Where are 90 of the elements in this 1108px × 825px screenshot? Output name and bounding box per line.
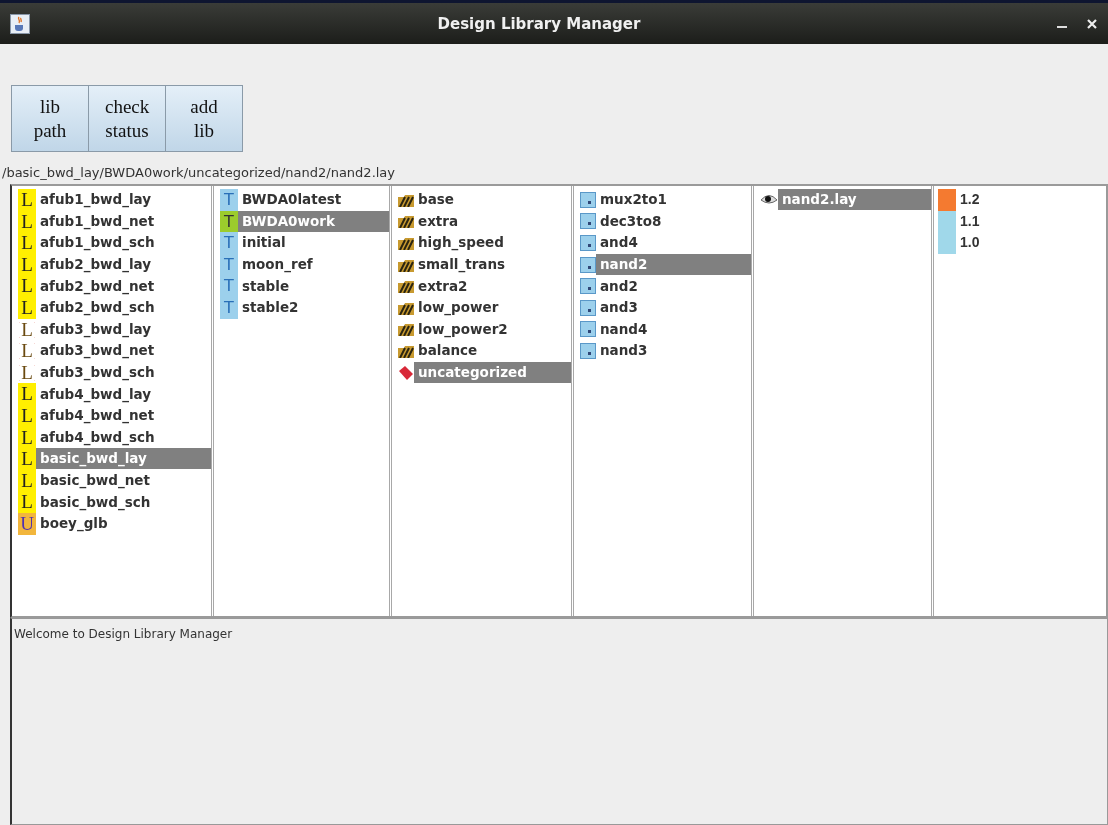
- cell-item[interactable]: and2: [596, 275, 642, 297]
- tag-badge: T: [220, 232, 238, 254]
- close-icon[interactable]: [1086, 17, 1098, 30]
- toolbar-button[interactable]: check status: [88, 85, 166, 152]
- category-item[interactable]: extra2: [414, 275, 472, 297]
- library-item[interactable]: basic_bwd_net: [36, 470, 154, 491]
- library-item[interactable]: afub1_bwd_net: [36, 210, 159, 232]
- broken-library-badge: L: [18, 318, 36, 341]
- java-cup-icon: [10, 13, 30, 34]
- broken-library-badge: L: [18, 361, 36, 384]
- library-item[interactable]: afub1_bwd_sch: [36, 232, 159, 254]
- category-item[interactable]: uncategorized: [414, 362, 571, 384]
- library-item[interactable]: afub3_bwd_lay: [36, 318, 156, 340]
- toolbar-button[interactable]: lib path: [11, 85, 89, 152]
- path-field: /basic_bwd_lay/BWDA0work/uncategorized/nand2/nand2.lay: [0, 162, 1108, 184]
- library-item[interactable]: basic_bwd_lay: [36, 448, 211, 470]
- striped-folder-icon: [398, 192, 414, 207]
- cell-icon: [580, 299, 596, 316]
- cell-item[interactable]: dec3to8: [596, 210, 666, 232]
- striped-folder-icon: [398, 279, 414, 294]
- tag-item[interactable]: moon_ref: [238, 254, 317, 276]
- striped-folder-icon: [398, 236, 414, 250]
- tag-badge: T: [220, 275, 238, 297]
- cell-icon: [580, 256, 596, 273]
- library-badge: U: [18, 512, 36, 535]
- cell-item[interactable]: nand2: [596, 254, 751, 276]
- striped-folder-icon: [398, 257, 414, 272]
- library-badge: L: [18, 448, 36, 470]
- toolbar-button[interactable]: add lib: [165, 85, 243, 152]
- category-item[interactable]: low_power: [414, 297, 503, 319]
- cell-icon: [580, 213, 596, 230]
- library-item[interactable]: afub2_bwd_net: [36, 275, 159, 297]
- library-item[interactable]: afub3_bwd_sch: [36, 362, 159, 384]
- cell-icon: [580, 235, 596, 251]
- library-item[interactable]: afub3_bwd_net: [36, 340, 159, 362]
- library-item[interactable]: boey_glb: [36, 513, 112, 535]
- category-item[interactable]: base: [414, 189, 458, 211]
- library-badge: L: [18, 404, 36, 427]
- library-badge: L: [18, 189, 36, 211]
- tag-item[interactable]: initial: [238, 232, 290, 254]
- library-badge: L: [18, 383, 36, 405]
- version-item[interactable]: 1.2: [956, 189, 984, 211]
- cell-item[interactable]: and3: [596, 297, 642, 319]
- library-item[interactable]: afub2_bwd_lay: [36, 254, 156, 276]
- library-badge: L: [18, 210, 36, 233]
- tag-badge: T: [220, 189, 238, 211]
- eye-icon: [760, 193, 778, 206]
- library-item[interactable]: afub4_bwd_sch: [36, 426, 159, 448]
- tag-item[interactable]: BWDA0work: [238, 210, 389, 232]
- library-badge: L: [18, 491, 36, 513]
- cell-icon: [580, 191, 596, 208]
- library-item[interactable]: basic_bwd_sch: [36, 491, 155, 513]
- library-badge: L: [18, 469, 36, 492]
- tag-badge: T: [220, 253, 238, 276]
- tag-item[interactable]: BWDA0latest: [238, 189, 346, 211]
- cell-item[interactable]: and4: [596, 232, 642, 254]
- version-item[interactable]: 1.0: [956, 232, 984, 254]
- window-title: Design Library Manager: [436, 14, 642, 33]
- cell-item[interactable]: mux2to1: [596, 189, 671, 211]
- cell-icon: [580, 278, 596, 295]
- library-badge: L: [18, 253, 36, 276]
- striped-folder-icon: [398, 214, 414, 229]
- library-item[interactable]: afub2_bwd_sch: [36, 297, 159, 319]
- striped-folder-icon: [398, 343, 414, 358]
- category-item[interactable]: balance: [414, 340, 482, 362]
- category-item[interactable]: small_trans: [414, 254, 510, 276]
- cell-icon: [580, 321, 596, 338]
- library-item[interactable]: afub4_bwd_net: [36, 405, 159, 427]
- tag-badge: T: [220, 210, 238, 233]
- tag-badge: T: [220, 296, 238, 319]
- version-item[interactable]: 1.1: [956, 210, 984, 232]
- category-item[interactable]: extra: [414, 210, 463, 232]
- library-badge: L: [18, 275, 36, 297]
- broken-library-badge: L: [18, 340, 36, 362]
- status-message: Welcome to Design Library Manager: [14, 627, 233, 641]
- cell-item[interactable]: nand4: [596, 318, 652, 340]
- striped-folder-icon: [398, 300, 414, 315]
- library-badge: L: [18, 426, 36, 449]
- library-badge: L: [18, 232, 36, 254]
- cell-icon: [580, 342, 596, 359]
- category-item[interactable]: high_speed: [414, 232, 508, 254]
- file-item[interactable]: nand2.lay: [778, 189, 931, 211]
- striped-folder-icon: [398, 322, 414, 337]
- library-item[interactable]: afub4_bwd_lay: [36, 383, 156, 405]
- library-item[interactable]: afub1_bwd_lay: [36, 189, 156, 211]
- tag-item[interactable]: stable2: [238, 297, 303, 319]
- cell-item[interactable]: nand3: [596, 340, 652, 362]
- category-item[interactable]: low_power2: [414, 318, 512, 340]
- library-badge: L: [18, 296, 36, 319]
- tag-item[interactable]: stable: [238, 275, 294, 297]
